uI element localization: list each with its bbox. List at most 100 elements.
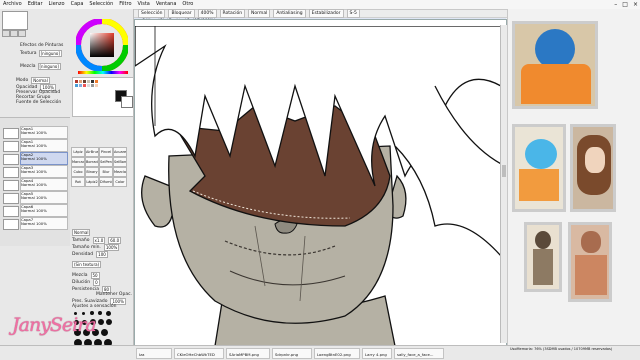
layer-item-selected[interactable]: Capa2 Normal 100%: [3, 152, 68, 165]
menu-editar[interactable]: Editar: [25, 0, 46, 9]
texture-option-select[interactable]: (Sin textura): [72, 261, 102, 268]
dilution-value[interactable]: 0: [93, 279, 100, 286]
layer-item[interactable]: Capa1 Normal 100%: [3, 126, 68, 139]
tool-button[interactable]: Color: [113, 177, 127, 187]
tool-button[interactable]: AirBrush: [85, 147, 99, 157]
toolbar-lock[interactable]: Bloquear: [168, 9, 195, 18]
tool-button[interactable]: Lápiz2: [85, 177, 99, 187]
brush-size-dot[interactable]: [101, 329, 108, 336]
layer-item[interactable]: Capa7 Normal 100%: [3, 217, 68, 230]
menu-lienzo[interactable]: Lienzo: [46, 0, 68, 9]
tool-button[interactable]: Marcador: [71, 157, 85, 167]
zoom-out-icon[interactable]: [10, 30, 18, 37]
brush-mode-select[interactable]: Normal: [72, 229, 91, 236]
swatch[interactable]: [95, 80, 98, 83]
swatch[interactable]: [75, 84, 78, 87]
swatch[interactable]: [83, 80, 86, 83]
minsize-value[interactable]: 100%: [103, 244, 120, 251]
density-value[interactable]: 100: [96, 251, 108, 258]
tool-button[interactable]: Pincel: [99, 147, 113, 157]
taskbar-item[interactable]: Larry 4.png: [362, 348, 392, 359]
taskbar-item[interactable]: sally_face_a_face...: [394, 348, 444, 359]
blend-select[interactable]: [ninguno]: [37, 63, 61, 70]
brush-size-dot[interactable]: [106, 319, 112, 325]
taskbar-item[interactable]: Sdrpnkr.png: [272, 348, 312, 359]
swatch[interactable]: [91, 84, 94, 87]
layer-item[interactable]: Capa4 Normal 100%: [3, 178, 68, 191]
tool-button[interactable]: Acuarela: [113, 147, 127, 157]
taskbar-item[interactable]: SAriaMPBM.png: [226, 348, 270, 359]
reference-image-5[interactable]: [568, 222, 612, 302]
layer-item[interactable]: Capa3 Normal 100%: [3, 165, 68, 178]
toolbar-stabilizer[interactable]: Estabilizador: [308, 9, 344, 18]
tool-button[interactable]: Mezcla: [113, 167, 127, 177]
layer-item[interactable]: Capa5 Normal 100%: [3, 191, 68, 204]
brush-size-dot[interactable]: [98, 311, 102, 315]
tool-button[interactable]: Blur: [99, 167, 113, 177]
selection-source-checkbox[interactable]: Fuente de Selección: [16, 100, 61, 105]
tool-button[interactable]: Cubo: [71, 167, 85, 177]
tool-button[interactable]: SelPen: [99, 157, 113, 167]
mode-select[interactable]: Normal: [31, 77, 50, 84]
layer-item[interactable]: Capa6 Normal 100%: [3, 204, 68, 217]
canvas[interactable]: [134, 19, 507, 347]
swatch[interactable]: [83, 84, 86, 87]
brush-size-dot[interactable]: [98, 319, 104, 325]
hue-slider[interactable]: [78, 71, 128, 74]
swatch-palette[interactable]: [72, 77, 133, 117]
tool-button[interactable]: Borrador: [85, 157, 99, 167]
menu-seleccion[interactable]: Selección: [86, 0, 116, 9]
close-icon[interactable]: ×: [633, 0, 638, 9]
menu-archivo[interactable]: Archivo: [0, 0, 25, 9]
blend2-value[interactable]: 50: [90, 272, 100, 279]
color-wheel[interactable]: [76, 19, 128, 73]
toolbar-stabilizer-value[interactable]: S-5: [346, 9, 360, 18]
reference-image-3[interactable]: [570, 124, 616, 212]
reference-image-4[interactable]: [524, 222, 562, 292]
size-multiplier[interactable]: x1.0: [92, 237, 106, 244]
swatch[interactable]: [87, 84, 90, 87]
size-value[interactable]: 60.0: [108, 237, 122, 244]
secondary-color[interactable]: [121, 96, 133, 108]
reference-image-2[interactable]: [512, 124, 566, 212]
canvas-artwork[interactable]: [135, 26, 501, 346]
menu-filtro[interactable]: Filtro: [116, 0, 134, 9]
toolbar-rotation[interactable]: Rotación: [219, 9, 246, 18]
tool-button[interactable]: Difuminar: [99, 177, 113, 187]
swatch[interactable]: [87, 80, 90, 83]
vertical-scrollbar[interactable]: [500, 25, 507, 343]
taskbar-item[interactable]: LoengBtnE02.png: [314, 348, 360, 359]
menu-ventana[interactable]: Ventana: [153, 0, 180, 9]
toolbar-antialias[interactable]: Antialiasing: [273, 9, 306, 18]
toolbar-zoom[interactable]: 400%: [197, 9, 217, 18]
tool-button[interactable]: Binary: [85, 167, 99, 177]
swatch[interactable]: [79, 84, 82, 87]
tool-button[interactable]: Lápiz: [71, 147, 85, 157]
taskbar-item[interactable]: Iza: [136, 348, 172, 359]
swatch[interactable]: [75, 80, 78, 83]
navigator-thumbnail[interactable]: [2, 11, 28, 30]
rotate-icon[interactable]: [18, 30, 26, 37]
layer-item[interactable]: Capa1 Normal 100%: [3, 139, 68, 152]
swatch[interactable]: [91, 80, 94, 83]
menu-vista[interactable]: Vista: [135, 0, 153, 9]
menu-capa[interactable]: Capa: [68, 0, 87, 9]
taskbar-item[interactable]: CKleOHeChbWkTED: [174, 348, 224, 359]
pressure-sense-checkbox[interactable]: Ajustes a sensación: [72, 304, 116, 309]
toolbar-selection[interactable]: Selección: [138, 9, 166, 18]
menu-otro[interactable]: Otro: [179, 0, 196, 9]
tool-button[interactable]: Rot: [71, 177, 85, 187]
swatch[interactable]: [95, 84, 98, 87]
selection-source-row[interactable]: Fuente de Selección: [16, 100, 61, 105]
swatch[interactable]: [79, 80, 82, 83]
minimize-icon[interactable]: –: [614, 0, 617, 9]
keep-opacity-checkbox[interactable]: Mantener Opac.: [96, 292, 132, 297]
toolbar-mode[interactable]: Normal: [248, 9, 271, 18]
reference-image-1[interactable]: [512, 21, 598, 109]
pressure-sense-row[interactable]: Ajustes a sensación: [72, 304, 116, 309]
tool-button[interactable]: SelBorr: [113, 157, 127, 167]
scrollbar-thumb[interactable]: [502, 165, 506, 177]
keep-opacity-row[interactable]: Mantener Opac.: [96, 292, 132, 297]
texture-select[interactable]: [ninguno]: [38, 50, 62, 57]
maximize-icon[interactable]: □: [622, 0, 628, 9]
